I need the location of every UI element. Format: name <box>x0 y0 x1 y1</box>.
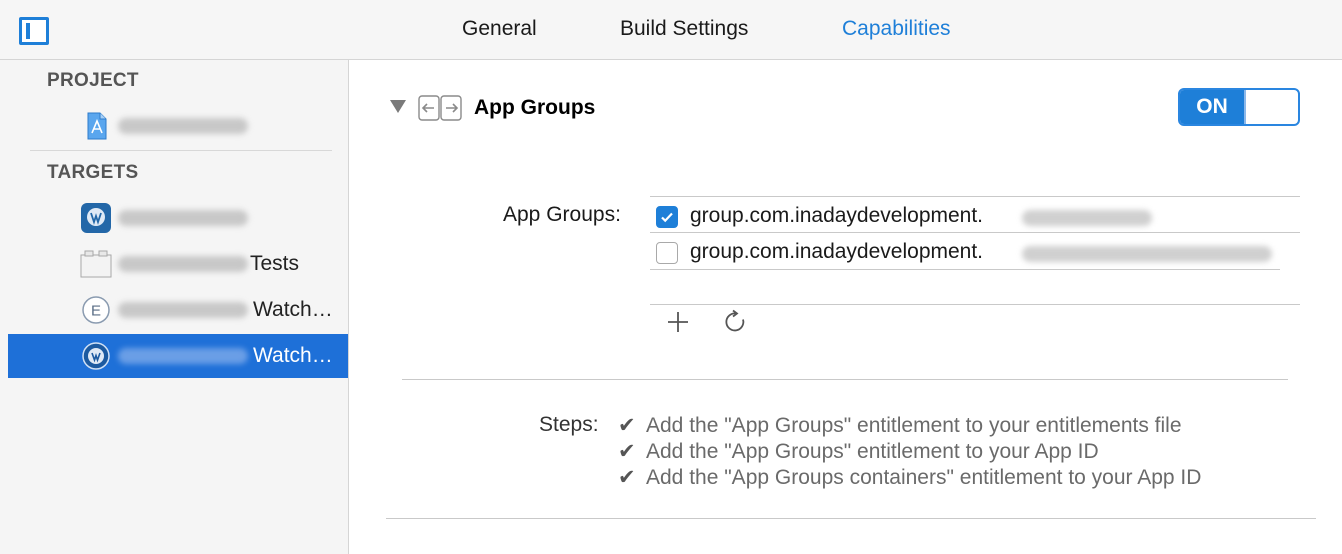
app-group-identifier: group.com.inadaydevelopment. <box>690 240 984 263</box>
capabilities-panel: App Groups ON App Groups: group.com.inad… <box>350 60 1342 554</box>
app-group-checkbox[interactable] <box>656 206 678 228</box>
toggle-on-label: ON <box>1180 90 1244 124</box>
checkmark-icon: ✔ <box>618 414 636 437</box>
capability-title: App Groups <box>474 96 596 119</box>
step-item: ✔ Add the "App Groups" entitlement to you… <box>618 414 1182 437</box>
step-item: ✔ Add the "App Groups" entitlement to you… <box>618 440 1099 463</box>
groups-list-top-border <box>650 196 1300 197</box>
capability-toggle[interactable]: ON <box>1178 88 1300 126</box>
project-file-icon <box>87 112 107 140</box>
sidebar-item-tests[interactable]: Tests <box>8 242 348 286</box>
sidebar-item-project[interactable] <box>8 104 348 148</box>
disclosure-triangle-icon[interactable] <box>390 100 406 113</box>
checkmark-icon: ✔ <box>618 440 636 463</box>
refresh-icon[interactable] <box>723 309 749 335</box>
tab-build-settings[interactable]: Build Settings <box>620 17 748 41</box>
extension-icon: E <box>82 296 110 324</box>
app-target-icon <box>81 203 111 233</box>
app-group-row[interactable]: group.com.inadaydevelopment. <box>650 200 1300 234</box>
sidebar-item-label: Watch… <box>253 298 333 321</box>
sidebar-item-app-target[interactable] <box>8 196 348 240</box>
add-group-button[interactable] <box>666 310 690 334</box>
sidebar-item-watch-extension[interactable]: E Watch… <box>8 288 348 332</box>
app-group-row[interactable]: group.com.inadaydevelopment. <box>650 236 1300 270</box>
section-bottom-divider <box>386 518 1316 519</box>
steps-label: Steps: <box>539 413 599 436</box>
watch-app-icon <box>82 342 110 370</box>
project-header: PROJECT <box>47 70 139 91</box>
section-divider <box>402 379 1288 380</box>
app-group-identifier: group.com.inadaydevelopment. <box>690 204 984 227</box>
sidebar-toggle-icon[interactable] <box>19 17 49 45</box>
test-bundle-icon <box>80 250 112 278</box>
app-groups-label: App Groups: <box>503 203 621 226</box>
toolbar: General Build Settings Capabilities <box>0 0 1342 60</box>
targets-header: TARGETS <box>47 162 139 183</box>
sidebar-item-label: Tests <box>250 252 300 275</box>
sidebar-item-watch-app[interactable]: Watch… <box>8 334 348 378</box>
checkmark-icon: ✔ <box>618 466 636 489</box>
app-group-checkbox[interactable] <box>656 242 678 264</box>
tab-general[interactable]: General <box>462 17 537 41</box>
sidebar: PROJECT TARGETS Tests E Watch… Watch… <box>0 60 349 554</box>
step-item: ✔ Add the "App Groups containers" entitle… <box>618 466 1202 489</box>
sidebar-divider <box>30 150 332 151</box>
app-groups-icon <box>418 95 462 121</box>
svg-text:E: E <box>91 303 101 320</box>
sidebar-item-label: Watch… <box>253 344 333 367</box>
groups-list-bottom-border <box>650 304 1300 305</box>
tab-capabilities[interactable]: Capabilities <box>842 17 951 41</box>
